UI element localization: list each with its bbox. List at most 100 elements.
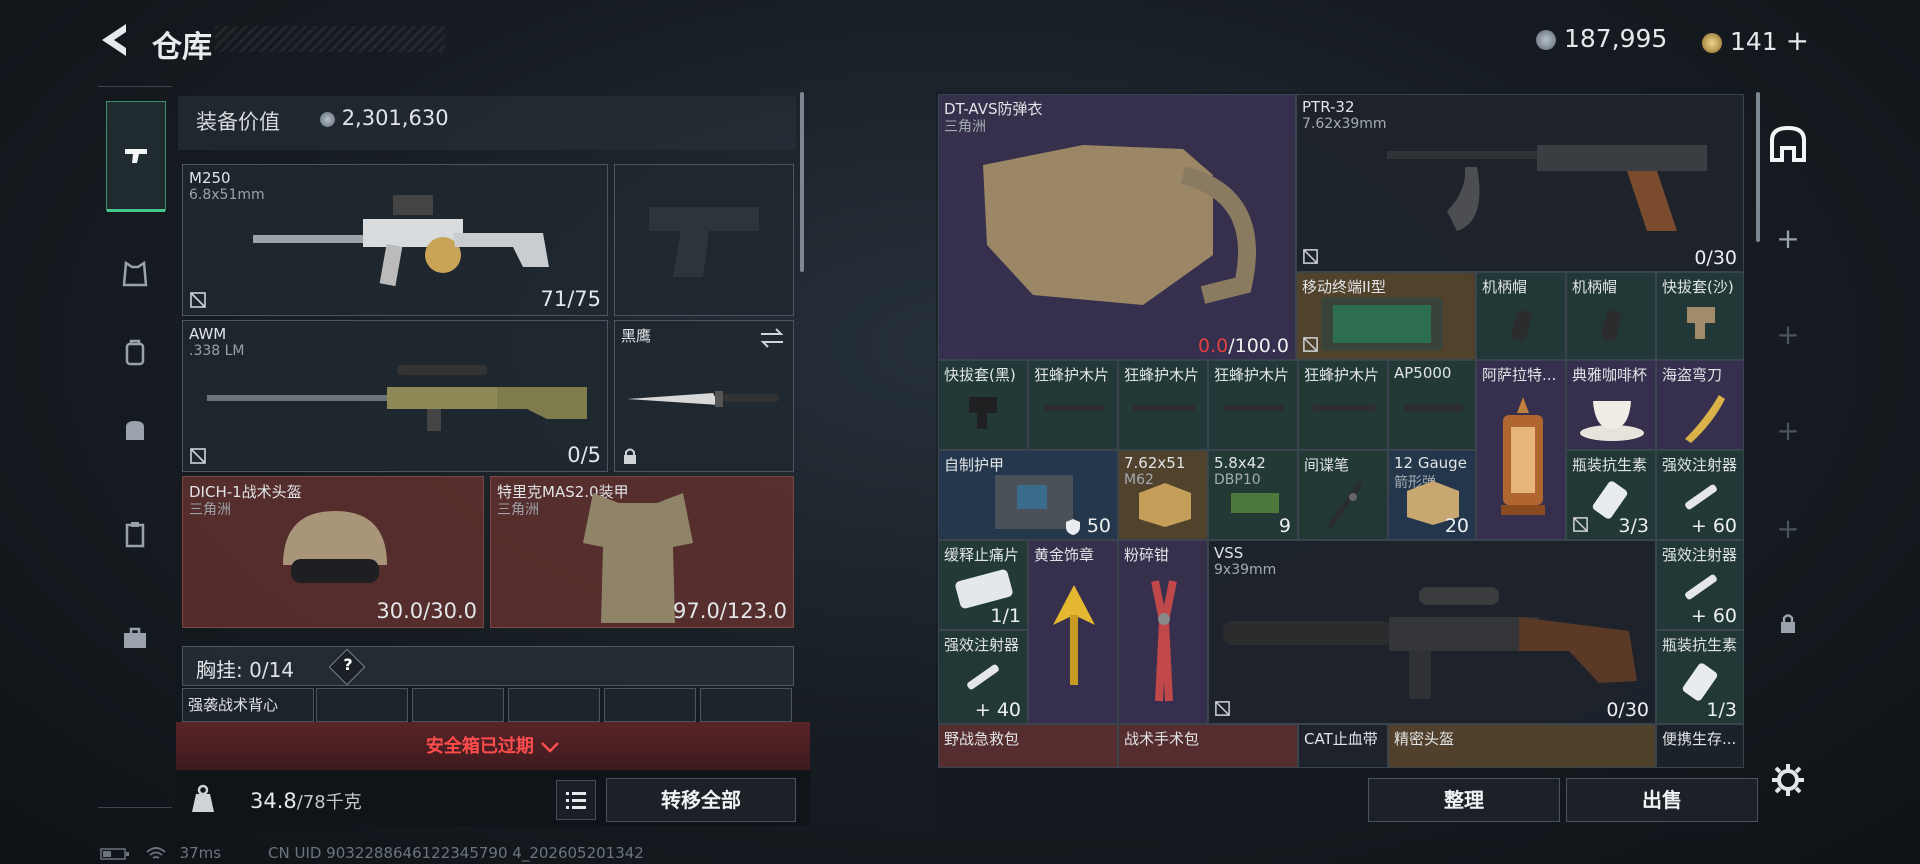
add-tab-icon[interactable]: + <box>1768 410 1808 450</box>
item-pirate-knife[interactable]: 海盗弯刀 <box>1656 360 1744 450</box>
item-dt-avs-vest[interactable]: DT-AVS防弹衣 三角洲 0.0/100.0 <box>938 94 1296 360</box>
category-toolbox[interactable] <box>108 611 162 665</box>
item-surgery-kit[interactable]: 战术手术包 <box>1118 724 1298 768</box>
item-ap5000[interactable]: AP5000 <box>1388 360 1476 450</box>
item-count: + 60 <box>1690 515 1737 537</box>
item-ammo-762x51[interactable]: 7.62x51 M62 <box>1118 450 1208 540</box>
item-name: 典雅咖啡杯 <box>1572 366 1648 384</box>
item-wood-panel[interactable]: 狂蜂护木片 <box>1208 360 1298 450</box>
help-icon[interactable]: ? <box>336 655 360 674</box>
sell-button[interactable]: 出售 <box>1566 778 1758 822</box>
back-icon[interactable] <box>96 20 136 60</box>
item-quick-holster-sand[interactable]: 快拔套(沙) <box>1656 272 1744 360</box>
gold-coin-icon <box>1702 33 1722 53</box>
slot-armor[interactable]: 特里克MAS2.0装甲 三角洲 97.0/123.0 <box>490 476 794 628</box>
item-antibiotic[interactable]: 瓶装抗生素 3/3 <box>1566 450 1656 540</box>
item-strong-injector[interactable]: 强效注射器 + 60 <box>1656 540 1744 630</box>
weight-readout: 34.8/78千克 <box>250 788 362 814</box>
item-asala-lantern[interactable]: 阿萨拉特... <box>1476 360 1566 540</box>
handguard-icon <box>1133 405 1195 411</box>
item-count: 9 <box>1278 515 1291 537</box>
handguard-icon <box>1223 405 1285 411</box>
item-origin: 三角洲 <box>189 502 231 518</box>
lock-icon <box>1781 614 1795 633</box>
transfer-all-button[interactable]: 转移全部 <box>606 778 796 822</box>
item-name: 战术手术包 <box>1124 730 1200 748</box>
category-backpack[interactable] <box>108 325 162 379</box>
item-quick-holster-black[interactable]: 快拔套(黑) <box>938 360 1028 450</box>
chest-pouch-slot[interactable] <box>508 688 600 722</box>
stash-tab-icon[interactable] <box>1766 122 1810 166</box>
item-count: 1/3 <box>1706 699 1737 721</box>
scope-icon <box>1403 404 1463 412</box>
item-cat-tourniquet[interactable]: CAT止血带 <box>1298 724 1388 768</box>
swap-icon[interactable] <box>759 327 785 349</box>
item-homemade-armor[interactable]: 自制护甲 50 <box>938 450 1118 540</box>
item-strong-injector[interactable]: 强效注射器 + 40 <box>938 630 1028 724</box>
holster-icon <box>1687 307 1715 339</box>
add-tab-icon[interactable]: + <box>1768 218 1808 258</box>
left-scrollbar[interactable] <box>800 92 804 272</box>
weight-icon <box>192 784 214 812</box>
category-container[interactable] <box>108 507 162 561</box>
item-ammo-12gauge[interactable]: 12 Gauge 箭形弹 20 <box>1388 450 1476 540</box>
item-coffee-cup[interactable]: 典雅咖啡杯 <box>1566 360 1656 450</box>
list-view-button[interactable] <box>556 780 596 820</box>
add-currency-button[interactable]: + <box>1786 24 1809 57</box>
item-name: 海盗弯刀 <box>1662 366 1723 384</box>
slot-primary-weapon[interactable]: M250 6.8x51mm 71/75 <box>182 164 608 316</box>
slot-helmet[interactable]: DICH-1战术头盔 三角洲 30.0/30.0 <box>182 476 484 628</box>
item-name: 7.62x51 <box>1124 454 1186 472</box>
chest-rig-count: 0/14 <box>249 658 295 682</box>
no-insure-icon <box>1573 517 1588 532</box>
sort-button[interactable]: 整理 <box>1368 778 1560 822</box>
item-wood-panel[interactable]: 狂蜂护木片 <box>1028 360 1118 450</box>
category-armor[interactable] <box>108 247 162 301</box>
item-name: VSS <box>1214 544 1244 562</box>
item-name: 狂蜂护木片 <box>1214 366 1290 384</box>
ammo-box-icon <box>1139 483 1191 527</box>
slot-melee[interactable]: 黑鹰 <box>614 320 794 472</box>
item-grip-cap[interactable]: 机柄帽 <box>1566 272 1656 360</box>
item-strong-injector[interactable]: 强效注射器 + 60 <box>1656 450 1744 540</box>
helmet-icon <box>283 511 387 583</box>
item-wood-panel[interactable]: 狂蜂护木片 <box>1298 360 1388 450</box>
item-field-first-aid[interactable]: 野战急救包 <box>938 724 1118 768</box>
chest-pouch-slot[interactable] <box>604 688 696 722</box>
item-name: 强效注射器 <box>1662 456 1738 474</box>
add-tab-icon[interactable]: + <box>1768 314 1808 354</box>
slot-secondary-weapon[interactable]: AWM .338 LM 0/5 <box>182 320 608 472</box>
item-antibiotic[interactable]: 瓶装抗生素 1/3 <box>1656 630 1744 724</box>
item-grip-cap[interactable]: 机柄帽 <box>1476 272 1566 360</box>
item-ptr-32[interactable]: PTR-32 7.62x39mm 0/30 <box>1296 94 1744 272</box>
add-tab-icon[interactable]: + <box>1768 508 1808 548</box>
chest-pouch-slot[interactable] <box>316 688 408 722</box>
item-gold-badge[interactable]: 黄金饰章 <box>1028 540 1118 724</box>
durability: 0.0/100.0 <box>1197 335 1289 357</box>
item-crushing-pliers[interactable]: 粉碎钳 <box>1118 540 1208 724</box>
item-survival-kit[interactable]: 便携生存... <box>1656 724 1744 768</box>
syringe-icon <box>967 664 999 690</box>
user-uid: CN UID 9032288646122345790 4_20260520134… <box>268 844 644 862</box>
cup-icon <box>1580 401 1644 441</box>
item-ammo-58x42[interactable]: 5.8x42 DBP10 9 <box>1208 450 1298 540</box>
gear-icon[interactable] <box>1770 762 1806 798</box>
item-origin: 三角洲 <box>497 502 539 518</box>
item-vss[interactable]: VSS 9x39mm 0/30 <box>1208 540 1656 724</box>
slot-pistol[interactable] <box>614 164 794 316</box>
item-precision-helmet[interactable]: 精密头盔 <box>1388 724 1656 768</box>
category-weapon[interactable] <box>106 101 166 212</box>
category-bag[interactable] <box>108 403 162 457</box>
tablet-icon <box>1321 297 1443 351</box>
chest-pouch-slot[interactable] <box>412 688 504 722</box>
item-mobile-terminal[interactable]: 移动终端II型 <box>1296 272 1476 360</box>
right-scrollbar[interactable] <box>1756 92 1760 242</box>
chest-pouch-slot[interactable] <box>700 688 792 722</box>
item-name: AP5000 <box>1394 364 1452 382</box>
item-spy-pen[interactable]: 间谍笔 <box>1298 450 1388 540</box>
ammo-box-icon <box>1231 493 1279 513</box>
item-painkiller[interactable]: 缓释止痛片 1/1 <box>938 540 1028 630</box>
item-wood-panel[interactable]: 狂蜂护木片 <box>1118 360 1208 450</box>
battery-icon <box>100 847 129 860</box>
pistol-placeholder-icon <box>649 207 759 277</box>
